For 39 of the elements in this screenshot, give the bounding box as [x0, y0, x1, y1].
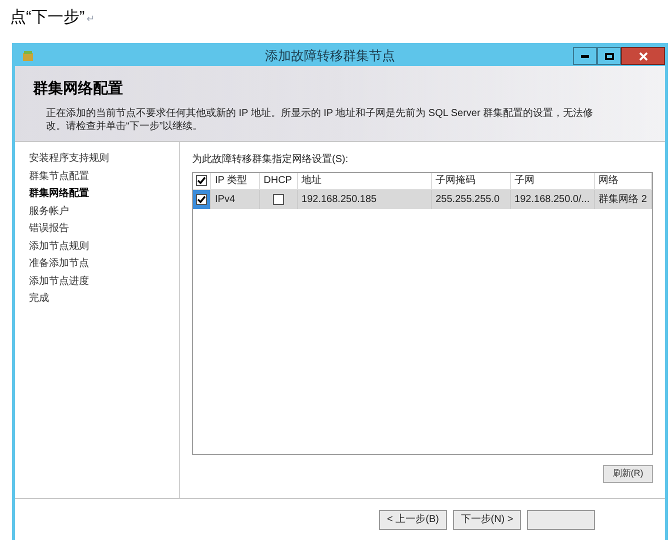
- column-header[interactable]: 地址: [297, 173, 432, 189]
- nav-item[interactable]: 群集网络配置: [29, 185, 179, 202]
- network-settings-label: 为此故障转移群集指定网络设置(S):: [192, 152, 350, 167]
- checkbox[interactable]: [272, 194, 284, 205]
- blank-button[interactable]: [527, 510, 595, 530]
- nav-item[interactable]: 服务帐户: [29, 202, 179, 220]
- nav-item[interactable]: 群集节点配置: [29, 168, 179, 185]
- refresh-button[interactable]: 刷新(R): [603, 465, 653, 483]
- table-cell: 255.255.255.0: [431, 189, 510, 209]
- column-header[interactable]: DHCP: [259, 173, 298, 189]
- checkbox[interactable]: [196, 175, 207, 186]
- document-text: 点“下一步”: [10, 8, 85, 28]
- page-heading: 群集网络配置: [33, 79, 124, 99]
- nav-item[interactable]: 添加节点规则: [29, 238, 179, 255]
- table-cell: 192.168.250.0/...: [510, 189, 594, 209]
- nav-item[interactable]: 完成: [29, 290, 179, 308]
- paragraph-mark: ↵: [86, 13, 95, 27]
- nav-item[interactable]: 安装程序支持规则: [29, 150, 179, 168]
- page-description: 正在添加的当前节点不要求任何其他或新的 IP 地址。所显示的 IP 地址和子网是先前为 SQL Server 群集配置的设置，无法修改。请检查并单击“下一步”以继续。: [46, 106, 594, 132]
- checkbox[interactable]: [196, 194, 207, 205]
- window-title: 添加故障转移群集节点: [265, 47, 395, 66]
- column-header[interactable]: 网络: [594, 173, 652, 189]
- column-header[interactable]: 子网掩码: [431, 173, 510, 189]
- dialog-button[interactable]: 下一步(N) >: [453, 510, 521, 530]
- column-header[interactable]: IP 类型: [210, 173, 260, 189]
- dialog-button[interactable]: < 上一步(B): [379, 510, 447, 530]
- nav-item[interactable]: 添加节点进度: [29, 272, 179, 290]
- setup-box-icon: [21, 49, 35, 63]
- minimize-button[interactable]: [573, 47, 597, 65]
- table-cell: 192.168.250.185: [297, 189, 432, 209]
- maximize-button[interactable]: [597, 47, 621, 65]
- nav-item[interactable]: 错误报告: [29, 220, 179, 238]
- table-row[interactable]: IPv4 192.168.250.185 255.255.255.0 192.168.250.0/... 群集网络 2: [193, 189, 652, 209]
- column-header[interactable]: 子网: [510, 173, 594, 189]
- table-cell: IPv4: [210, 189, 260, 209]
- nav-item[interactable]: 准备添加节点: [29, 255, 179, 272]
- close-button[interactable]: [621, 47, 665, 65]
- close-icon: [638, 52, 648, 60]
- table-cell: 群集网络 2: [594, 189, 652, 209]
